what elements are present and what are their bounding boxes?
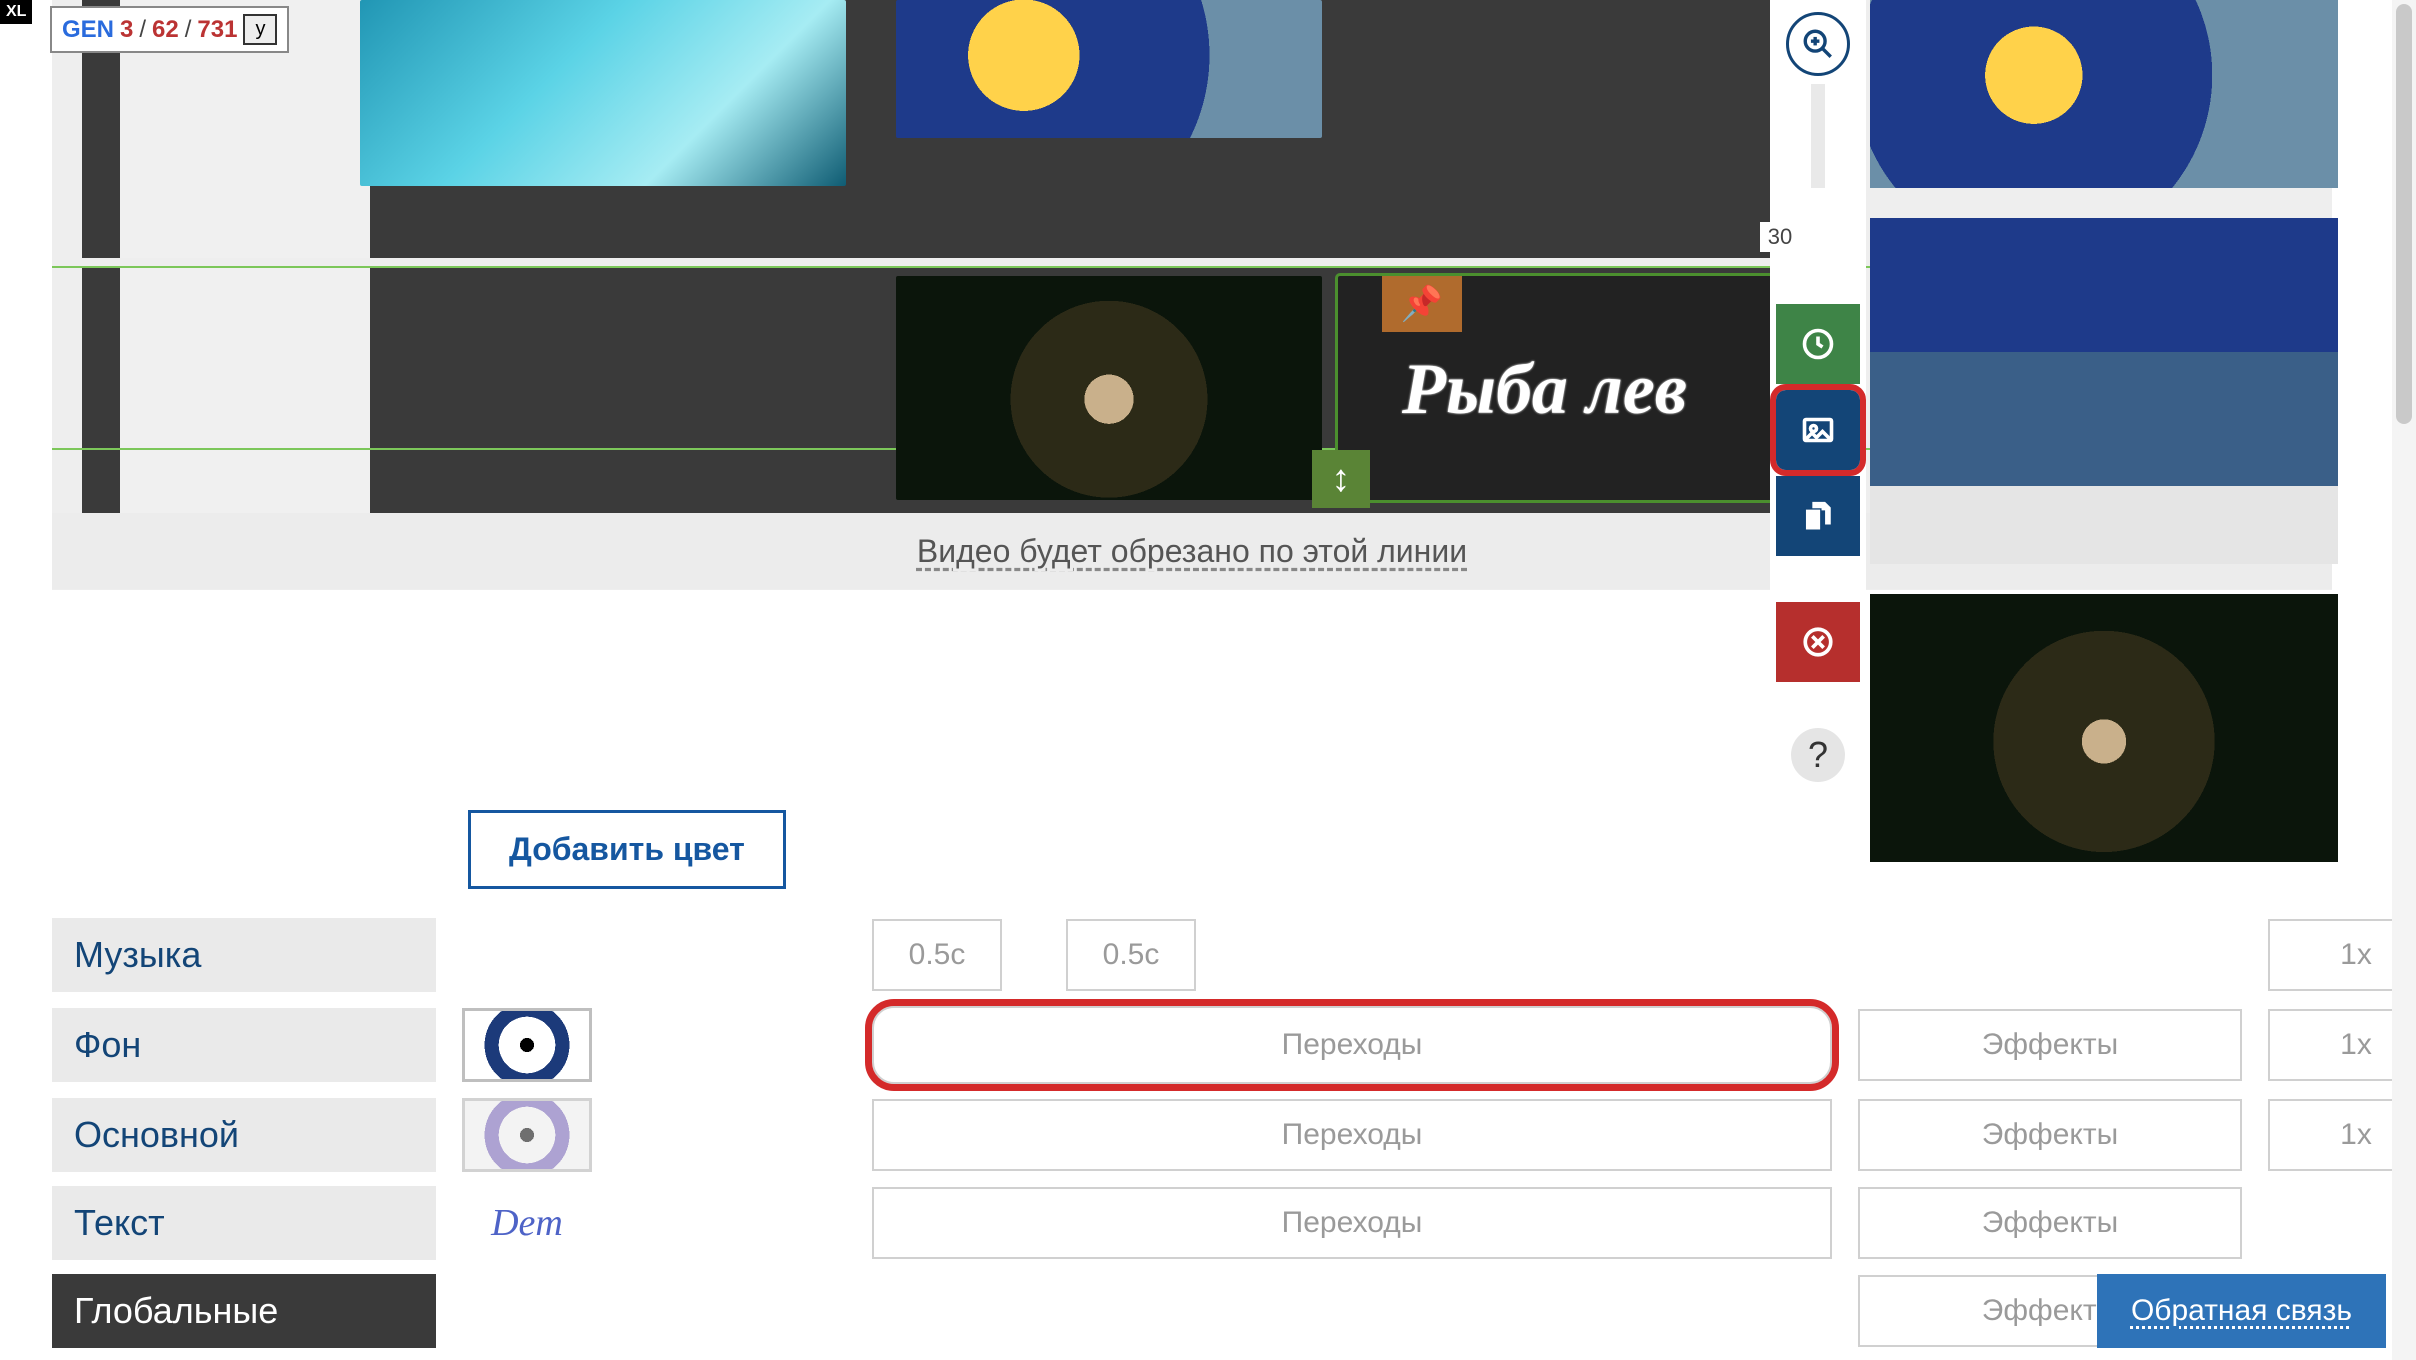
gen-slash: / bbox=[185, 16, 192, 44]
layer-main-label[interactable]: Основной bbox=[52, 1098, 436, 1172]
transitions-bg-button[interactable]: Переходы bbox=[872, 1006, 1832, 1084]
xl-chip: XL bbox=[0, 0, 32, 24]
gen-slash: / bbox=[139, 16, 146, 44]
clip-lionfish[interactable] bbox=[896, 276, 1322, 500]
preview-column bbox=[1870, 0, 2338, 892]
page-scrollbar[interactable] bbox=[2392, 0, 2416, 1360]
delete-tool-button[interactable] bbox=[1776, 602, 1860, 682]
clip-fish-top[interactable] bbox=[896, 0, 1322, 138]
gen-c: 731 bbox=[197, 16, 237, 44]
zoom-slider[interactable] bbox=[1811, 84, 1825, 188]
layer-text-label[interactable]: Текст bbox=[52, 1186, 436, 1260]
transitions-text-button[interactable]: Переходы bbox=[872, 1187, 1832, 1259]
bg-thumb[interactable] bbox=[462, 1008, 592, 1082]
help-icon[interactable]: ? bbox=[1791, 728, 1845, 782]
preview-thumb-2[interactable] bbox=[1870, 218, 2338, 486]
gen-y-button[interactable]: y bbox=[243, 14, 277, 45]
preview-thumb-1[interactable] bbox=[1870, 0, 2338, 188]
feedback-button[interactable]: Обратная связь bbox=[2097, 1274, 2386, 1348]
layer-global-label[interactable]: Глобальные bbox=[52, 1274, 436, 1348]
clip-text-overlay: Рыба лев bbox=[1402, 348, 1687, 431]
preview-thumb-3[interactable] bbox=[1870, 594, 2338, 862]
clock-tool-button[interactable] bbox=[1776, 304, 1860, 384]
move-vert-icon[interactable]: ↕ bbox=[1312, 450, 1370, 508]
layer-bg-label[interactable]: Фон bbox=[52, 1008, 436, 1082]
image-tool-button[interactable] bbox=[1776, 390, 1860, 470]
left-stub-2 bbox=[120, 268, 370, 513]
main-thumb[interactable] bbox=[462, 1098, 592, 1172]
transitions-main-button[interactable]: Переходы bbox=[872, 1099, 1832, 1171]
duration-1[interactable]: 0.5с bbox=[872, 919, 1002, 991]
layer-music-label[interactable]: Музыка bbox=[52, 918, 436, 992]
gen-b: 62 bbox=[152, 16, 179, 44]
effects-bg-button[interactable]: Эффекты bbox=[1858, 1009, 2242, 1081]
page-scrollbar-thumb[interactable] bbox=[2396, 4, 2412, 424]
preview-crop-bar bbox=[1870, 486, 2338, 564]
duplicate-tool-button[interactable] bbox=[1776, 476, 1860, 556]
effects-main-button[interactable]: Эффекты bbox=[1858, 1099, 2242, 1171]
effects-text-button[interactable]: Эффекты bbox=[1858, 1187, 2242, 1259]
side-toolbar: 30 ? bbox=[1770, 0, 1866, 740]
text-thumb[interactable]: Dem bbox=[462, 1186, 592, 1260]
zoom-value: 30 bbox=[1760, 222, 1800, 252]
pin-icon[interactable]: 📌 bbox=[1382, 276, 1462, 332]
gen-label: GEN bbox=[62, 16, 114, 44]
add-color-button[interactable]: Добавить цвет bbox=[468, 810, 786, 889]
gen-badge: GEN 3 / 62 / 731 y bbox=[50, 6, 289, 53]
gen-a: 3 bbox=[120, 16, 133, 44]
zoom-in-icon[interactable] bbox=[1786, 12, 1850, 76]
clip-water[interactable] bbox=[360, 0, 846, 186]
duration-2[interactable]: 0.5с bbox=[1066, 919, 1196, 991]
